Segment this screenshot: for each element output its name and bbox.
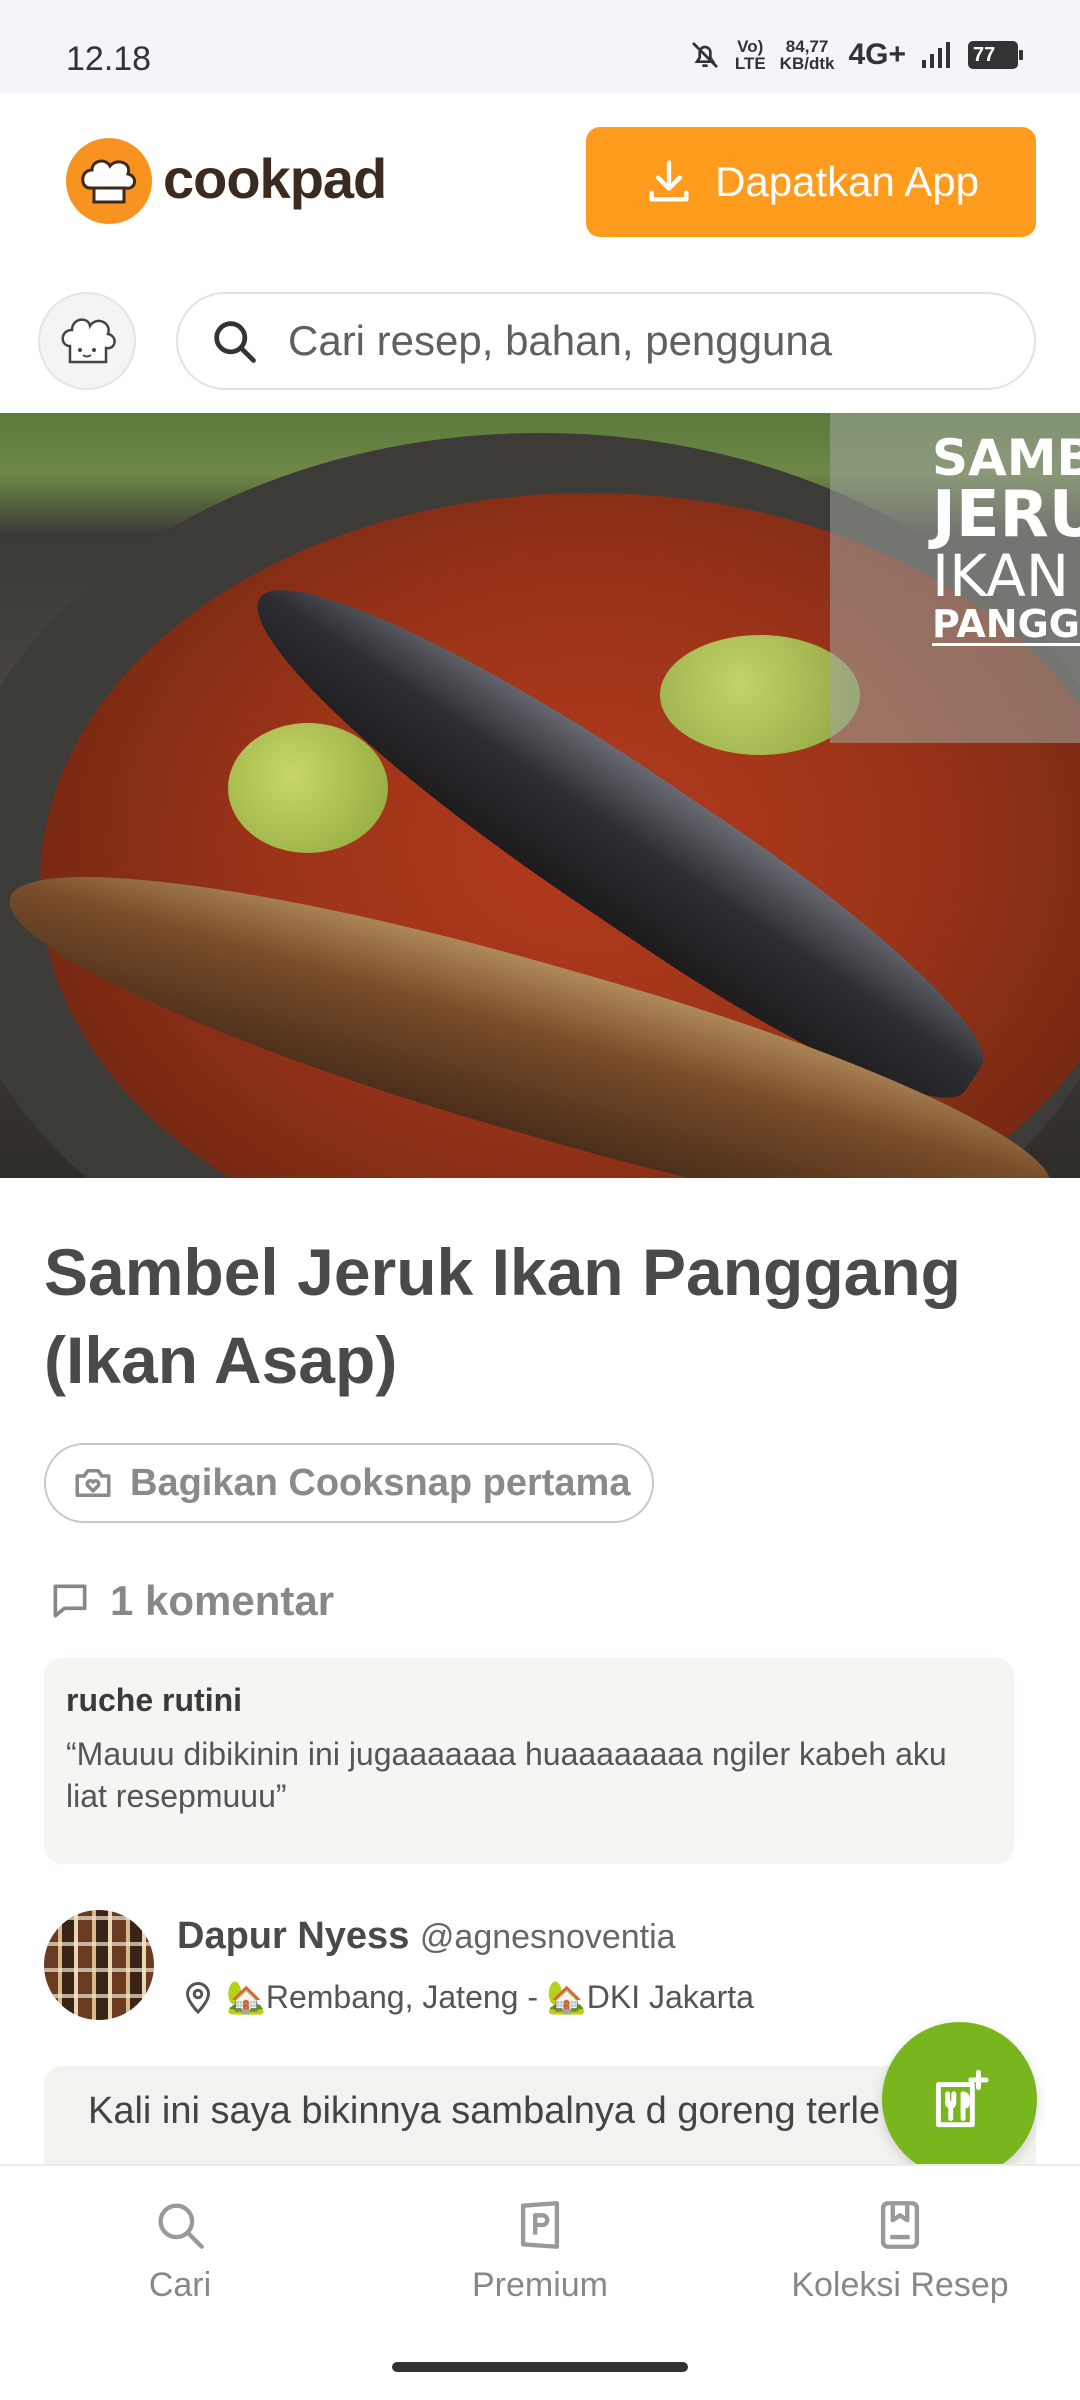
add-recipe-icon	[935, 2069, 989, 2127]
search-icon	[214, 321, 256, 363]
share-cooksnap-label: Bagikan Cooksnap pertama	[130, 1461, 631, 1504]
comment-card[interactable]: ruche rutini “Mauuu dibikinin ini jugaaa…	[44, 1658, 1014, 1864]
author-avatar[interactable]	[44, 1910, 154, 2020]
comment-author: ruche rutini	[66, 1682, 243, 1718]
nav-collection-label: Koleksi Resep	[791, 2266, 1009, 2304]
premium-icon	[520, 2201, 560, 2249]
battery-icon: 77	[968, 41, 1023, 69]
nav-premium-label: Premium	[471, 2266, 609, 2304]
comment-icon	[53, 1584, 87, 1618]
volte-indicator: Vo) LTE	[734, 37, 766, 73]
status-icons: Vo) LTE 84,77 KB/dtk 4G+ 77	[689, 37, 1023, 73]
comments-count: 1 komentar	[110, 1577, 335, 1624]
author-line[interactable]: Dapur Nyess @agnesnoventia	[177, 1915, 676, 1958]
comments-header[interactable]: 1 komentar	[48, 1577, 334, 1625]
author-name: Dapur Nyess	[177, 1915, 410, 1957]
collection-icon	[880, 2201, 920, 2249]
cookpad-logo-text[interactable]: cookpad	[163, 146, 387, 211]
mute-bell-icon	[691, 42, 718, 68]
signal-icon	[922, 42, 950, 68]
author-location: 🏡Rembang, Jateng - 🏡DKI Jakarta	[180, 1978, 754, 2016]
network-type: 4G+	[848, 38, 906, 71]
home-indicator[interactable]	[392, 2362, 688, 2372]
user-avatar-button[interactable]	[38, 292, 136, 390]
nav-collection[interactable]: Koleksi Resep	[750, 2196, 1050, 2305]
share-cooksnap-button[interactable]: Bagikan Cooksnap pertama	[44, 1443, 654, 1523]
get-app-button[interactable]: Dapatkan App	[586, 127, 1036, 237]
comment-text: “Mauuu dibikinin ini jugaaaaaaa huaaaaaa…	[66, 1736, 947, 1814]
status-time: 12.18	[66, 40, 152, 78]
search-input[interactable]	[288, 317, 988, 365]
download-icon	[649, 160, 689, 202]
author-location-text: 🏡Rembang, Jateng - 🏡DKI Jakarta	[226, 1979, 754, 2015]
search-icon	[158, 2203, 204, 2249]
nav-premium[interactable]: Premium	[390, 2196, 690, 2305]
nav-search[interactable]: Cari	[30, 2196, 330, 2305]
network-speed: 84,77 KB/dtk	[779, 37, 835, 73]
author-handle: @agnesnoventia	[419, 1918, 676, 1956]
search-bar[interactable]	[176, 292, 1036, 390]
add-recipe-fab[interactable]	[882, 2022, 1037, 2177]
get-app-label: Dapatkan App	[715, 158, 979, 205]
chef-hat-icon	[61, 318, 116, 364]
camera-heart-icon	[75, 1469, 111, 1497]
location-pin-icon	[185, 1982, 211, 2015]
recipe-title: Sambel Jeruk Ikan Panggang (Ikan Asap)	[44, 1235, 961, 1397]
hero-overlay-text: SAMBA JERUK IKAN PANGGAN	[932, 433, 1080, 646]
cookpad-logo-icon[interactable]	[66, 138, 152, 224]
status-bar: 12.18 Vo) LTE 84,77 KB/dtk 4G+ 77	[0, 0, 1080, 93]
recipe-hero-image: SAMBA JERUK IKAN PANGGAN	[0, 413, 1080, 1178]
nav-search-label: Cari	[148, 2266, 212, 2304]
